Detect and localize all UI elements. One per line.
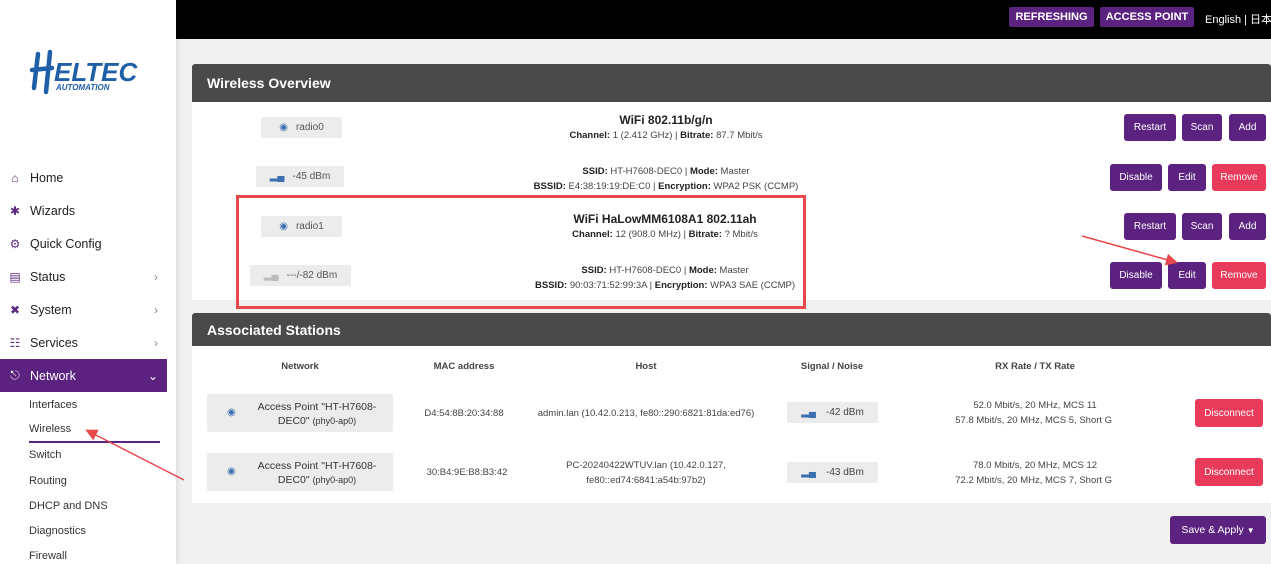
- chevron-down-icon: ⌄: [147, 369, 158, 383]
- radio0-edit-button[interactable]: Edit: [1168, 164, 1206, 191]
- radio0-remove-button[interactable]: Remove: [1212, 164, 1266, 191]
- station-signal: ▂▄ -43 dBm: [787, 462, 878, 483]
- radio0-device: ◉ radio0: [261, 117, 342, 138]
- refreshing-badge[interactable]: REFRESHING: [1009, 7, 1094, 27]
- column-header-mac: MAC address: [433, 361, 495, 372]
- radio0-heading: WiFi 802.11b/g/n: [619, 113, 713, 127]
- menu-item-network[interactable]: ⎋ Network ⌄: [0, 359, 167, 392]
- tools-icon: ✖: [9, 302, 21, 317]
- home-icon: ⌂: [11, 170, 19, 185]
- submenu-routing[interactable]: Routing: [29, 468, 176, 493]
- radio0-scan-button[interactable]: Scan: [1182, 114, 1222, 141]
- radio1-scan-button[interactable]: Scan: [1182, 213, 1222, 240]
- chevron-right-icon: ›: [154, 303, 158, 317]
- radio0-restart-button[interactable]: Restart: [1124, 114, 1176, 141]
- menu-label: Network: [30, 368, 76, 383]
- radio1-remove-button[interactable]: Remove: [1212, 262, 1266, 289]
- gear-icon: ⚙: [9, 236, 21, 251]
- radio0-info: WiFi 802.11b/g/n Channel: 1 (2.412 GHz) …: [569, 113, 763, 141]
- access-point-badge[interactable]: ACCESS POINT: [1100, 7, 1194, 27]
- network-submenu: Interfaces Wireless Switch Routing DHCP …: [0, 392, 176, 564]
- network-icon: ⎋: [10, 368, 20, 382]
- caret-down-icon: ▼: [1246, 525, 1255, 535]
- menu-label: Quick Config: [30, 236, 102, 251]
- wand-icon: ✱: [9, 203, 21, 218]
- rate-overflow-mask: [1113, 398, 1195, 436]
- submenu-firewall[interactable]: Firewall: [29, 544, 176, 564]
- panel-title: Wireless Overview: [192, 64, 1271, 102]
- menu-item-quick-config[interactable]: ⚙ Quick Config: [0, 227, 176, 260]
- svg-text:AUTOMATION: AUTOMATION: [55, 83, 110, 92]
- panel-title: Associated Stations: [192, 313, 1271, 346]
- menu-label: Wizards: [30, 203, 76, 218]
- radio0-add-button[interactable]: Add: [1229, 114, 1266, 141]
- column-header-signal: Signal / Noise: [800, 361, 864, 372]
- column-header-host: Host: [635, 361, 657, 372]
- station-network: ◉ Access Point "HT-H7608- DEC0" (phy0-ap…: [207, 394, 393, 432]
- menu-label: Home: [30, 170, 64, 185]
- clipboard-icon: ▤: [9, 269, 21, 284]
- station-host: admin.lan (10.42.0.213, fe80::290:6821:8…: [537, 408, 755, 419]
- services-icon: ☷: [9, 335, 21, 350]
- disconnect-button[interactable]: Disconnect: [1195, 399, 1263, 427]
- menu-item-wizards[interactable]: ✱ Wizards: [0, 194, 176, 227]
- column-header-rate: RX Rate / TX Rate: [995, 361, 1075, 372]
- signal-bars-icon: ▂▄: [801, 467, 816, 478]
- station-signal: ▂▄ -42 dBm: [787, 402, 878, 423]
- menu-item-status[interactable]: ▤ Status ›: [0, 260, 176, 293]
- signal-bars-icon: ▂▄: [269, 171, 285, 182]
- radio0-disable-button[interactable]: Disable: [1110, 164, 1162, 191]
- radio1-add-button[interactable]: Add: [1229, 213, 1266, 240]
- station-mac: 30:B4:9E:B8:B3:42: [426, 467, 508, 478]
- chevron-right-icon: ›: [154, 270, 158, 284]
- main-menu: ⌂ Home ✱ Wizards ⚙ Quick Config ▤ Status…: [0, 161, 176, 564]
- menu-item-home[interactable]: ⌂ Home: [0, 161, 176, 194]
- radio0-signal: ▂▄ -45 dBm: [256, 166, 344, 187]
- wifi-device-icon: ◉: [279, 122, 288, 133]
- station-host: PC-20240422WTUV.lan (10.42.0.127, fe80::…: [566, 460, 726, 486]
- wifi-device-icon: ◉: [227, 466, 236, 477]
- annotation-highlight-box: [236, 195, 806, 309]
- heltec-logo[interactable]: ELTEC AUTOMATION: [28, 48, 138, 98]
- submenu-diagnostics[interactable]: Diagnostics: [29, 518, 176, 543]
- rate-overflow-mask: [1113, 458, 1195, 496]
- submenu-wireless[interactable]: Wireless: [29, 417, 160, 443]
- sidebar: ELTEC AUTOMATION ⌂ Home ✱ Wizards ⚙ Quic…: [0, 0, 176, 564]
- language-switch[interactable]: English | 日本語: [1205, 11, 1271, 27]
- radio0-network-info: SSID: HT-H7608-DEC0 | Mode: Master BSSID…: [533, 166, 799, 192]
- menu-item-services[interactable]: ☷ Services ›: [0, 326, 176, 359]
- signal-bars-icon: ▂▄: [801, 407, 816, 418]
- submenu-switch[interactable]: Switch: [29, 443, 176, 468]
- menu-label: Status: [30, 269, 66, 284]
- submenu-interfaces[interactable]: Interfaces: [29, 392, 176, 417]
- menu-item-system[interactable]: ✖ System ›: [0, 293, 176, 326]
- wifi-device-icon: ◉: [227, 407, 236, 418]
- disconnect-button[interactable]: Disconnect: [1195, 458, 1263, 486]
- top-bar: REFRESHING ACCESS POINT English | 日本語: [176, 0, 1271, 39]
- radio1-disable-button[interactable]: Disable: [1110, 262, 1162, 289]
- save-apply-button[interactable]: Save & Apply ▼: [1170, 516, 1266, 544]
- radio-name: radio0: [295, 122, 324, 133]
- menu-label: Services: [30, 335, 78, 350]
- radio1-restart-button[interactable]: Restart: [1124, 213, 1176, 240]
- column-header-network: Network: [281, 361, 319, 372]
- chevron-right-icon: ›: [154, 336, 158, 350]
- station-mac: D4:54:8B:20:34:88: [424, 408, 504, 419]
- menu-label: System: [30, 302, 72, 317]
- radio1-edit-button[interactable]: Edit: [1168, 262, 1206, 289]
- submenu-dhcp-dns[interactable]: DHCP and DNS: [29, 493, 176, 518]
- station-network: ◉ Access Point "HT-H7608- DEC0" (phy0-ap…: [207, 453, 393, 491]
